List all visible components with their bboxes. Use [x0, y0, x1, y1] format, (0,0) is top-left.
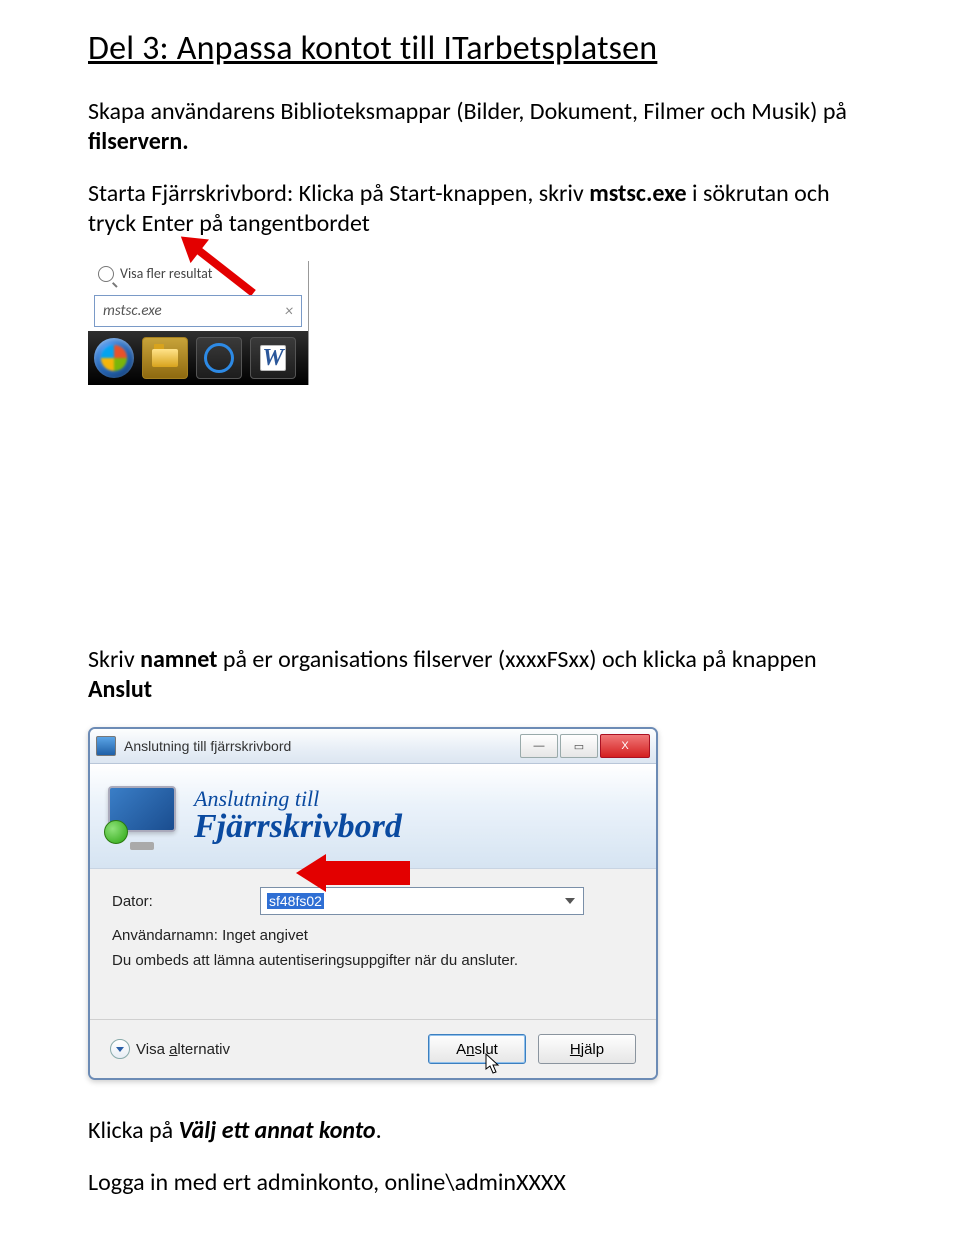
page-heading: Del 3: Anpassa kontot till ITarbetsplats… [88, 28, 872, 69]
expand-icon [110, 1039, 130, 1059]
show-more-results-link[interactable]: Visa fler resultat [98, 265, 212, 282]
auth-hint: Du ombeds att lämna autentiseringsuppgif… [112, 952, 634, 969]
app-icon [96, 736, 116, 756]
word-icon: W [260, 345, 286, 371]
cursor-icon [485, 1053, 501, 1075]
p3-b2: Anslut [88, 675, 152, 704]
show-more-label: Visa fler resultat [120, 265, 212, 282]
intro-paragraph: Skapa användarens Biblioteksmappar (Bild… [88, 97, 872, 157]
titlebar: Anslutning till fjärrskrivbord — ▭ X [90, 729, 656, 764]
p2-pre: Starta Fjärrskrivbord: Klicka på Start-k… [88, 179, 589, 208]
minimize-button[interactable]: — [520, 734, 558, 758]
p4-pre: Klicka på [88, 1116, 179, 1145]
p4-b: Välj ett annat konto [179, 1116, 376, 1145]
computer-value: sf48fs02 [267, 893, 324, 909]
chevron-down-icon[interactable] [565, 898, 575, 904]
username-row: Användarnamn: Inget angivet [112, 927, 634, 944]
search-icon [98, 266, 114, 282]
banner-line2: Fjärrskrivbord [194, 808, 402, 846]
instruction-3: Klicka på Välj ett annat konto. [88, 1116, 872, 1146]
start-button[interactable] [94, 338, 134, 378]
intro-pre: Skapa användarens Biblioteksmappar (Bild… [88, 97, 847, 126]
start-search-input[interactable]: mstsc.exe × [94, 295, 302, 327]
computer-combo[interactable]: sf48fs02 [260, 887, 584, 915]
username-value: Inget angivet [222, 927, 308, 944]
show-options-label: Visa alternativ [136, 1041, 230, 1058]
rdc-dialog: Anslutning till fjärrskrivbord — ▭ X Ans… [88, 727, 658, 1080]
instruction-4: Logga in med ert adminkonto, online\admi… [88, 1168, 872, 1198]
computer-label: Dator: [112, 893, 250, 910]
taskbar: W [88, 331, 308, 385]
ie-icon [204, 343, 234, 373]
instruction-1: Starta Fjärrskrivbord: Klicka på Start-k… [88, 179, 872, 239]
clear-search-icon[interactable]: × [285, 302, 293, 321]
p4-post: . [376, 1116, 382, 1145]
rdc-icon [108, 786, 180, 850]
help-label: Hjälp [570, 1041, 604, 1058]
show-options-toggle[interactable]: Visa alternativ [110, 1039, 230, 1059]
help-button[interactable]: Hjälp [538, 1034, 636, 1064]
taskbar-word-button[interactable]: W [250, 337, 296, 379]
close-button[interactable]: X [600, 734, 650, 758]
intro-bold: filservern. [88, 127, 189, 156]
p3-mid: på er organisations filserver (xxxxFSxx)… [217, 645, 816, 674]
taskbar-explorer-button[interactable] [142, 337, 188, 379]
dialog-banner: Anslutning till Fjärrskrivbord [90, 764, 656, 869]
window-title: Anslutning till fjärrskrivbord [124, 738, 291, 754]
maximize-button[interactable]: ▭ [560, 734, 598, 758]
username-label: Användarnamn: [112, 927, 218, 944]
start-menu-screenshot: Visa fler resultat mstsc.exe × W [88, 261, 309, 385]
p3-b1: namnet [140, 645, 217, 674]
search-value: mstsc.exe [103, 302, 162, 320]
p2-cmd: mstsc.exe [589, 179, 686, 208]
folder-icon [152, 349, 178, 367]
connect-button[interactable]: Anslut [428, 1034, 526, 1064]
instruction-2: Skriv namnet på er organisations filserv… [88, 645, 872, 705]
p3-pre: Skriv [88, 645, 140, 674]
taskbar-ie-button[interactable] [196, 337, 242, 379]
